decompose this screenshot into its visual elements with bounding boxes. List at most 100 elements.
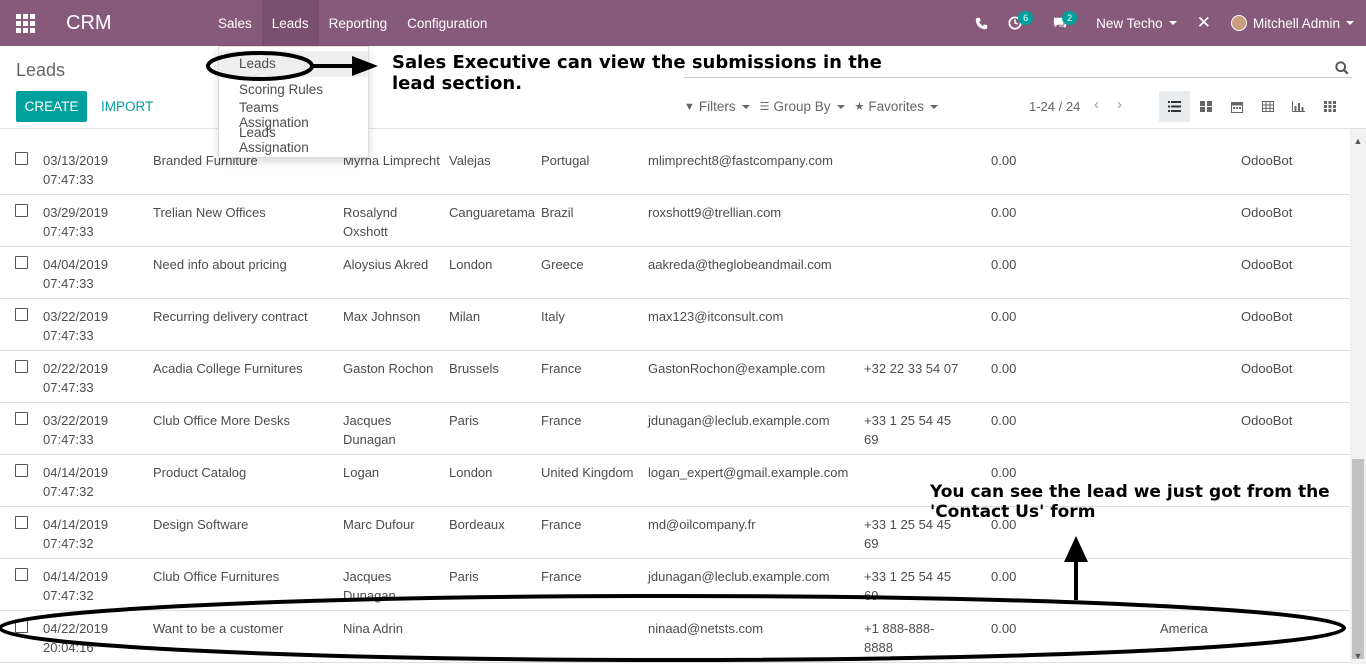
row-checkbox[interactable] (15, 516, 28, 529)
cell-phone: +33 1 25 54 45 69 (864, 413, 952, 447)
row-checkbox[interactable] (15, 256, 28, 269)
row-checkbox[interactable] (15, 152, 28, 165)
cohort-view-icon[interactable] (1314, 91, 1345, 122)
list-scrollbar[interactable]: ▲ ▼ (1350, 129, 1366, 664)
graph-view-icon[interactable] (1283, 91, 1314, 122)
cell-email: jdunagan@leclub.example.com (648, 569, 830, 584)
cell-contact: Gaston Rochon (343, 361, 434, 376)
user-menu[interactable]: Mitchell Admin (1221, 0, 1366, 46)
chevron-down-icon (741, 104, 750, 109)
navbar-systray: 6 2 New Techo ✕ Mitchell Admin (965, 0, 1366, 46)
cell-revenue: 0.00 (991, 257, 1017, 272)
pager-value[interactable]: 1-24 / 24 (1029, 99, 1080, 114)
apps-menu-icon[interactable] (0, 0, 50, 46)
cell-user: OdooBot (1241, 309, 1293, 324)
cell-contact: Aloysius Akred (343, 257, 429, 272)
row-checkbox[interactable] (15, 464, 28, 477)
cell-revenue: 0.00 (991, 361, 1017, 376)
cell-phone: +32 22 33 54 07 (864, 361, 959, 376)
dropdown-item-teams-assignation[interactable]: Teams Assignation (219, 100, 368, 130)
chevron-down-icon (1346, 21, 1354, 25)
dropdown-item-leads[interactable]: Leads (219, 51, 368, 77)
cell-email: mlimprecht8@fastcompany.com (648, 153, 833, 168)
menu-configuration[interactable]: Configuration (397, 0, 497, 46)
cell-user: OdooBot (1241, 257, 1293, 272)
company-name: New Techo (1096, 15, 1163, 31)
chevron-down-icon (836, 104, 845, 109)
cell-contact: Rosalynd Oxshott (343, 205, 398, 239)
menu-reporting[interactable]: Reporting (319, 0, 398, 46)
scroll-down-icon[interactable]: ▼ (1350, 648, 1366, 664)
cell-city: Paris (449, 413, 479, 428)
annotation-top: Sales Executive can view the submissions… (392, 52, 882, 94)
favorites-dropdown[interactable]: ★ Favorites (855, 99, 938, 114)
phone-icon[interactable] (965, 0, 998, 46)
kanban-view-icon[interactable] (1190, 91, 1221, 122)
cell-country: France (541, 361, 582, 376)
table-row[interactable]: 04/14/2019 07:47:32 Club Office Furnitur… (0, 559, 1350, 611)
scroll-up-icon[interactable]: ▲ (1350, 133, 1366, 149)
leads-list: 03/13/2019 07:47:33 Branded Furniture My… (0, 143, 1350, 664)
cell-country: Brazil (541, 205, 574, 220)
row-checkbox[interactable] (15, 360, 28, 373)
table-row[interactable]: 03/22/2019 07:47:33 Recurring delivery c… (0, 299, 1350, 351)
row-checkbox[interactable] (15, 620, 28, 633)
search-icon[interactable] (1335, 61, 1349, 78)
cell-email: roxshott9@trellian.com (648, 205, 782, 220)
pivot-view-icon[interactable] (1252, 91, 1283, 122)
cell-contact: Nina Adrin (343, 621, 403, 636)
chevron-right-icon[interactable]: › (1117, 96, 1122, 113)
table-row[interactable]: 03/13/2019 07:47:33 Branded Furniture My… (0, 143, 1350, 195)
create-button[interactable]: CREATE (16, 91, 87, 122)
group-by-label: Group By (773, 99, 831, 114)
chevron-down-icon (929, 104, 938, 109)
cell-revenue: 0.00 (991, 205, 1017, 220)
table-row[interactable]: 04/22/2019 20:04:16 Want to be a custome… (0, 611, 1350, 663)
row-checkbox[interactable] (15, 412, 28, 425)
import-button[interactable]: IMPORT (101, 99, 153, 114)
company-switcher[interactable]: New Techo (1086, 0, 1187, 46)
cell-date: 02/22/2019 (43, 361, 109, 376)
cell-revenue: 0.00 (991, 413, 1017, 428)
cell-contact: Jacques Dunagan (343, 569, 396, 603)
messages-icon[interactable]: 2 (1042, 0, 1086, 46)
cell-date: 04/14/2019 (43, 517, 109, 532)
list-view-icon[interactable] (1159, 91, 1190, 122)
dropdown-item-leads-assignation[interactable]: Leads Assignation (219, 125, 368, 155)
table-row[interactable]: 02/22/2019 07:47:33 Acadia College Furni… (0, 351, 1350, 403)
breadcrumb: Leads (16, 60, 66, 80)
cell-date: 03/22/2019 (43, 413, 109, 428)
group-by-dropdown[interactable]: ☰ Group By (760, 99, 845, 114)
debug-tools-icon[interactable]: ✕ (1187, 0, 1221, 46)
cell-name: Recurring delivery contract (153, 309, 308, 324)
cell-time: 07:47:32 (43, 536, 94, 551)
cell-name: Product Catalog (153, 465, 247, 480)
table-row[interactable]: 04/04/2019 07:47:33 Need info about pric… (0, 247, 1350, 299)
table-row[interactable]: 03/22/2019 07:47:33 Club Office More Des… (0, 403, 1350, 455)
messages-count-badge: 2 (1062, 11, 1078, 25)
search-options: ▼ Filters ☰ Group By ★ Favorites (684, 99, 938, 114)
menu-leads[interactable]: Leads (261, 0, 319, 46)
favorites-label: Favorites (868, 99, 924, 114)
view-switcher (1159, 91, 1345, 122)
cell-email: jdunagan@leclub.example.com (648, 413, 830, 428)
menu-sales[interactable]: Sales (208, 0, 262, 46)
chevron-left-icon[interactable]: ‹ (1094, 96, 1099, 113)
cell-date: 04/14/2019 (43, 569, 109, 584)
row-checkbox[interactable] (15, 204, 28, 217)
calendar-view-icon[interactable] (1221, 91, 1252, 122)
cell-country: Portugal (541, 153, 590, 168)
cell-time: 07:47:32 (43, 588, 94, 603)
row-checkbox[interactable] (15, 308, 28, 321)
activity-icon[interactable]: 6 (998, 0, 1042, 46)
cell-email: aakreda@theglobeandmail.com (648, 257, 832, 272)
table-row[interactable]: 03/29/2019 07:47:33 Trelian New Offices … (0, 195, 1350, 247)
dropdown-item-scoring-rules[interactable]: Scoring Rules (219, 77, 368, 103)
row-checkbox[interactable] (15, 568, 28, 581)
cell-user: OdooBot (1241, 413, 1293, 428)
leads-dropdown-menu: Leads Scoring Rules Teams Assignation Le… (218, 46, 369, 158)
cell-revenue: 0.00 (991, 569, 1017, 584)
filters-dropdown[interactable]: ▼ Filters (684, 99, 750, 114)
cell-user: OdooBot (1241, 361, 1293, 376)
cell-country: France (541, 517, 582, 532)
